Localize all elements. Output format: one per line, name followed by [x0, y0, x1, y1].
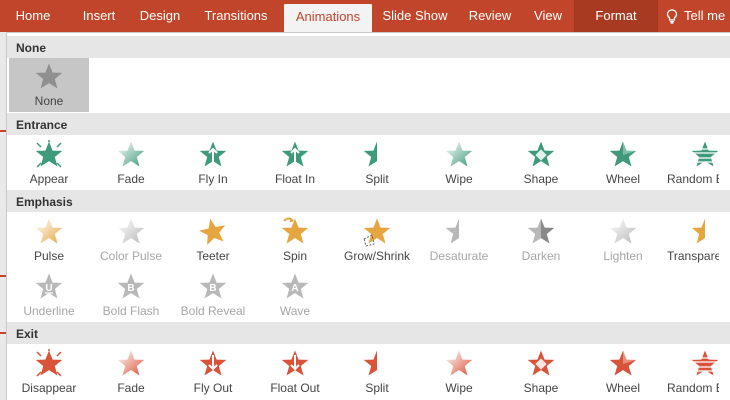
animation-label: Spin	[282, 249, 308, 263]
tab-format[interactable]: Format	[574, 0, 658, 32]
exit-shape-item[interactable]: Shape	[501, 345, 581, 399]
animation-label: Random Bars	[667, 381, 719, 395]
emphasis-darken-item[interactable]: Darken	[501, 213, 581, 267]
entrance-split-item[interactable]: Split	[337, 136, 417, 190]
emphasis-underline-item[interactable]: U Underline	[9, 268, 89, 322]
exit-wipe-item[interactable]: Wipe	[419, 345, 499, 399]
emphasis-bold-reveal-item[interactable]: B Bold Reveal	[173, 268, 253, 322]
exit-fade-item[interactable]: Fade	[91, 345, 171, 399]
lightbulb-icon	[666, 9, 678, 24]
emphasis-pulse-item[interactable]: Pulse	[9, 213, 89, 267]
animation-label: Bold Reveal	[180, 304, 246, 318]
emphasis-wave-item[interactable]: A Wave	[255, 268, 335, 322]
animation-label: Fly Out	[193, 381, 233, 395]
exit-wheel-item[interactable]: Wheel	[583, 345, 663, 399]
entrance-random-bars-item[interactable]: Random Bars	[665, 136, 730, 190]
animation-label: Float Out	[270, 381, 320, 395]
tell-me-box[interactable]: Tell me	[658, 0, 730, 32]
animation-label: Wheel	[605, 381, 640, 395]
animation-label: Teeter	[196, 249, 230, 263]
none-none-item[interactable]: None	[9, 58, 89, 112]
animation-label: Desaturate	[429, 249, 489, 263]
animation-label: Shape	[523, 172, 559, 186]
animation-gallery: None None Entrance Appear Fade Fly In Float…	[6, 32, 730, 400]
svg-text:U: U	[45, 283, 52, 294]
exit-fly-out-item[interactable]: Fly Out	[173, 345, 253, 399]
emphasis-teeter-item[interactable]: Teeter	[173, 213, 253, 267]
animation-label: Wipe	[445, 172, 473, 186]
tab-design[interactable]: Design	[132, 0, 188, 32]
category-emphasis-header: Emphasis	[7, 190, 730, 212]
ribbon-tab-bar: Home Insert Design Transitions Animation…	[0, 0, 730, 32]
animation-label: Underline	[23, 304, 75, 318]
animation-label: Wipe	[445, 381, 473, 395]
entrance-fade-item[interactable]: Fade	[91, 136, 171, 190]
animation-label: Lighten	[603, 249, 643, 263]
tab-insert[interactable]: Insert	[66, 0, 132, 32]
emphasis-grow-shrink-item[interactable]: Grow/Shrink	[337, 213, 417, 267]
emphasis-spin-item[interactable]: Spin	[255, 213, 335, 267]
animation-label: Float In	[274, 172, 316, 186]
exit-float-out-item[interactable]: Float Out	[255, 345, 335, 399]
tab-view[interactable]: View	[522, 0, 574, 32]
svg-text:B: B	[127, 283, 134, 294]
category-exit-header: Exit	[7, 322, 730, 344]
animation-label: Bold Flash	[102, 304, 160, 318]
animation-label: Fade	[117, 381, 145, 395]
emphasis-transparency-item[interactable]: Transparency	[665, 213, 730, 267]
svg-text:B: B	[209, 283, 216, 294]
animation-label: Wave	[279, 304, 311, 318]
category-none-header: None	[7, 36, 730, 58]
tab-review[interactable]: Review	[458, 0, 522, 32]
animation-label: Transparency	[667, 249, 719, 263]
exit-random-bars-item[interactable]: Random Bars	[665, 345, 730, 399]
emphasis-color-pulse-item[interactable]: Color Pulse	[91, 213, 171, 267]
svg-text:A: A	[291, 283, 298, 294]
emphasis-bold-flash-item[interactable]: B Bold Flash	[91, 268, 171, 322]
animation-label: Disappear	[21, 381, 77, 395]
animation-label: Random Bars	[667, 172, 719, 186]
animation-label: Fade	[117, 172, 145, 186]
animation-label: None	[34, 94, 64, 108]
exit-split-item[interactable]: Split	[337, 345, 417, 399]
animation-label: Appear	[29, 172, 69, 186]
emphasis-desaturate-item[interactable]: Desaturate	[419, 213, 499, 267]
animation-label: Shape	[523, 381, 559, 395]
exit-disappear-item[interactable]: Disappear	[9, 345, 89, 399]
animation-label: Split	[365, 381, 389, 395]
animation-label: Darken	[521, 249, 561, 263]
tab-home[interactable]: Home	[0, 0, 66, 32]
animation-label: Pulse	[33, 249, 65, 263]
animation-label: Wheel	[605, 172, 640, 186]
entrance-wheel-item[interactable]: Wheel	[583, 136, 663, 190]
entrance-shape-item[interactable]: Shape	[501, 136, 581, 190]
entrance-fly-in-item[interactable]: Fly In	[173, 136, 253, 190]
tab-slide-show[interactable]: Slide Show	[372, 0, 458, 32]
entrance-wipe-item[interactable]: Wipe	[419, 136, 499, 190]
category-entrance-header: Entrance	[7, 113, 730, 135]
animation-label: Fly In	[198, 172, 228, 186]
animation-label: Split	[365, 172, 389, 186]
tab-animations[interactable]: Animations	[284, 4, 372, 32]
emphasis-lighten-item[interactable]: Lighten	[583, 213, 663, 267]
tell-me-label: Tell me	[684, 8, 726, 23]
animation-label: Grow/Shrink	[343, 249, 411, 263]
animation-label: Color Pulse	[99, 249, 163, 263]
tab-transitions[interactable]: Transitions	[188, 0, 284, 32]
entrance-float-in-item[interactable]: Float In	[255, 136, 335, 190]
entrance-appear-item[interactable]: Appear	[9, 136, 89, 190]
